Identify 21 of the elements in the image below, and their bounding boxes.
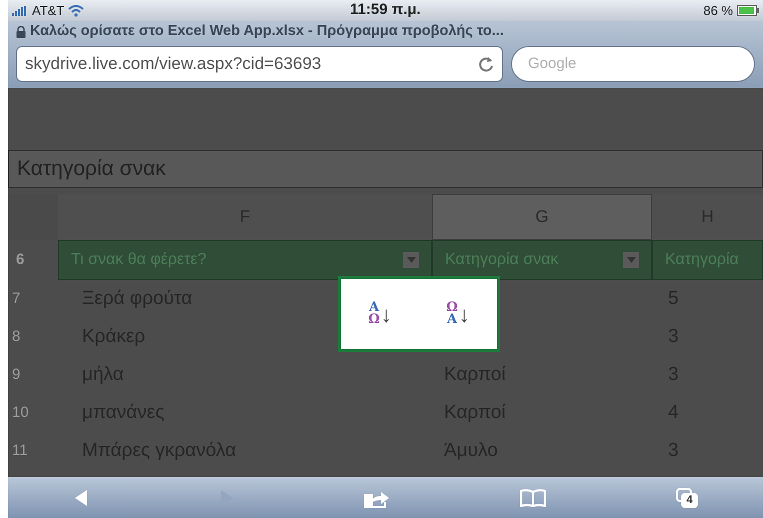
row-number: 9 <box>11 364 22 385</box>
row-number: 10 <box>11 402 30 423</box>
row-number: 8 <box>11 326 22 347</box>
clock-time: 11:59 π.μ. <box>350 0 421 20</box>
filter-dropdown-icon[interactable] <box>403 252 419 268</box>
signal-icon <box>12 6 28 16</box>
row-number: 7 <box>11 288 22 309</box>
wifi-icon <box>68 4 84 16</box>
address-field[interactable]: skydrive.live.com/view.aspx?cid=63693 <box>16 46 503 82</box>
row-number: 6 <box>15 250 26 270</box>
carrier-name: AT&T <box>32 2 64 20</box>
page-title: Καλώς ορίσατε στο Excel Web App.xlsx - Πρόγραμμα προβολής το... <box>30 22 504 42</box>
battery-icon <box>737 5 759 16</box>
back-icon[interactable] <box>72 488 89 506</box>
filter-dropdown-icon[interactable] <box>623 252 639 268</box>
row-number: 11 <box>11 440 29 461</box>
reload-icon[interactable] <box>478 55 494 73</box>
battery-percentage: 86 % <box>703 2 733 20</box>
search-field[interactable]: Google <box>511 46 755 82</box>
bookmarks-icon[interactable] <box>520 488 546 506</box>
lock-icon <box>16 26 26 38</box>
